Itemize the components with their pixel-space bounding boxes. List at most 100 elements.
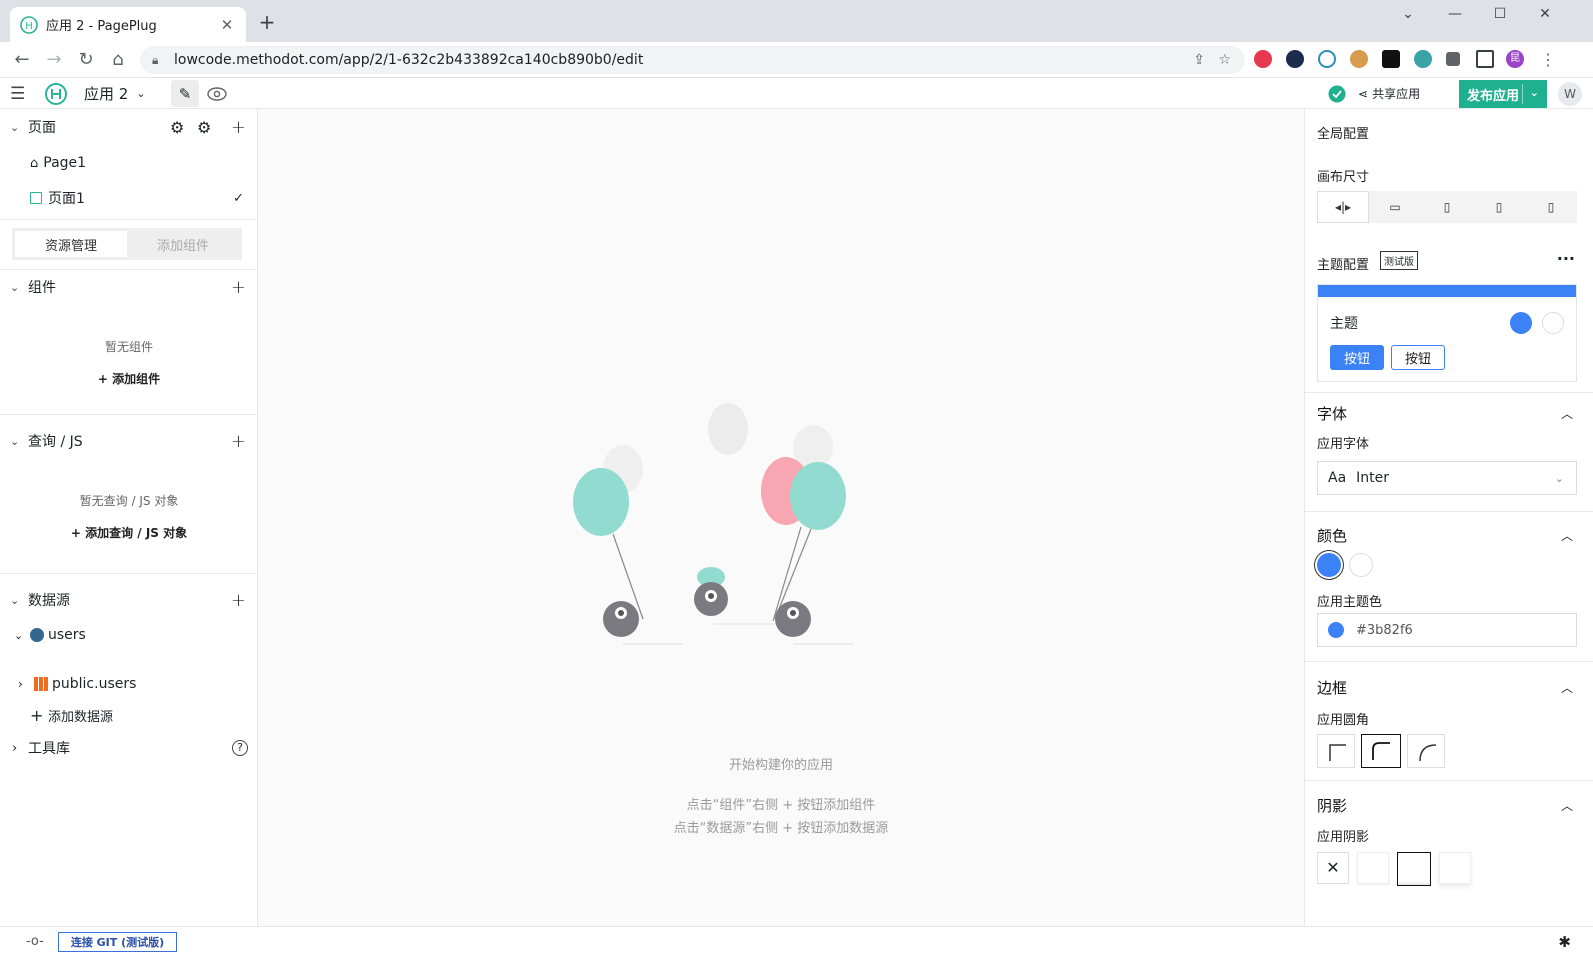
pageplug-logo[interactable] <box>44 78 68 109</box>
hamburger-menu-icon[interactable]: ☰ <box>10 78 25 109</box>
page-item-page1[interactable]: ⌂ Page1 <box>0 145 258 181</box>
chevron-up-icon[interactable]: ︿ <box>1561 679 1573 696</box>
page-settings-gear-icon[interactable]: ⚙ <box>197 118 211 137</box>
side-panel-icon[interactable] <box>1476 50 1494 68</box>
radius-large-option[interactable] <box>1407 734 1445 768</box>
forward-icon[interactable]: → <box>44 50 64 70</box>
close-window-button[interactable]: ✕ <box>1530 6 1560 26</box>
chevron-up-icon[interactable]: ︿ <box>1561 405 1573 422</box>
shadow-large-option[interactable] <box>1439 852 1471 884</box>
minimize-window-button[interactable]: — <box>1440 6 1470 26</box>
browser-menu-icon[interactable]: ⋮ <box>1540 50 1556 69</box>
library-section-header[interactable]: › 工具库 ? <box>0 730 258 766</box>
shadow-medium-option[interactable] <box>1397 852 1431 886</box>
maximize-window-button[interactable]: ☐ <box>1485 6 1515 26</box>
chevron-right-icon: › <box>18 677 23 691</box>
chevron-up-icon[interactable]: ︿ <box>1561 797 1573 814</box>
chevron-right-icon: › <box>12 740 18 756</box>
debugger-bug-icon[interactable]: ✱ <box>1558 933 1571 951</box>
add-component-link[interactable]: + 添加组件 <box>0 370 258 387</box>
user-avatar[interactable]: W <box>1558 82 1582 106</box>
components-title: 组件 <box>28 280 56 296</box>
desktop-icon[interactable]: ▭ <box>1369 191 1421 223</box>
page-item-page-1[interactable]: 页面1 ✓ <box>0 180 258 216</box>
pages-section-header[interactable]: ⌄ 页面 ⚙ ⚙ + <box>0 109 258 145</box>
font-select[interactable]: Aa Inter ⌄ <box>1317 461 1577 495</box>
components-section-header[interactable]: ⌄ 组件 + <box>0 269 258 305</box>
theme-background-swatch <box>1542 312 1564 334</box>
more-options-icon[interactable]: ··· <box>1557 249 1575 268</box>
tab-add-widgets[interactable]: 添加组件 <box>127 231 239 257</box>
help-icon[interactable]: ? <box>232 740 248 756</box>
publish-options-chevron-icon[interactable]: ⌄ <box>1530 86 1539 99</box>
editor-canvas[interactable]: 开始构建你的应用 点击“组件”右侧 + 按钮添加组件 点击“数据源”右侧 + 按… <box>258 109 1304 926</box>
datasource-item-users[interactable]: ⌄ users <box>0 617 258 653</box>
divider <box>0 573 258 574</box>
puzzle-icon[interactable] <box>1446 52 1460 66</box>
lock-icon: 🔒︎ <box>152 52 159 67</box>
add-datasource-icon[interactable]: + <box>231 590 246 611</box>
background-color-swatch[interactable] <box>1349 553 1373 577</box>
tab-search-icon[interactable]: ⌄ <box>1393 6 1423 26</box>
app-name-dropdown[interactable]: 应用 2 ⌄ <box>84 78 146 109</box>
reload-icon[interactable]: ↻ <box>76 50 96 70</box>
radius-none-option[interactable] <box>1317 734 1355 768</box>
chevron-down-icon: ⌄ <box>136 87 146 100</box>
share-icon: ⋖ <box>1358 86 1369 101</box>
sidebar-extension-icon[interactable] <box>1382 50 1400 68</box>
refresh-r-icon[interactable] <box>1318 50 1336 68</box>
tab-explorer[interactable]: 资源管理 <box>15 231 127 257</box>
address-bar[interactable]: 🔒︎ lowcode.methodot.com/app/2/1-632c2b43… <box>140 46 1245 74</box>
mobile-icon[interactable]: ▯ <box>1525 191 1577 223</box>
color-dot-icon <box>1328 622 1344 638</box>
divider <box>1305 661 1593 662</box>
primary-color-input[interactable]: #3b82f6 <box>1317 613 1577 647</box>
empty-state-balloons-illustration <box>573 403 853 645</box>
add-query-link[interactable]: + 添加查询 / JS 对象 <box>0 524 258 541</box>
tablet-landscape-icon[interactable]: ▯ <box>1421 191 1473 223</box>
back-icon[interactable]: ← <box>12 50 32 70</box>
share-app-button[interactable]: ⋖ 共享应用 <box>1358 78 1420 109</box>
edit-mode-button[interactable]: ✎ <box>171 80 199 107</box>
chevron-down-icon: ⌄ <box>10 434 20 448</box>
settings-gear-icon[interactable]: ⚙ <box>170 118 184 137</box>
close-tab-icon[interactable]: ✕ <box>218 16 236 34</box>
fluid-width-icon[interactable]: ◂|▸ <box>1317 191 1369 223</box>
queries-section-header[interactable]: ⌄ 查询 / JS + <box>0 423 258 459</box>
radius-medium-option[interactable] <box>1361 734 1401 768</box>
add-page-icon[interactable]: + <box>231 117 246 138</box>
bird-icon[interactable] <box>1414 50 1432 68</box>
datasource-name: users <box>48 627 86 643</box>
home-icon[interactable]: ⌂ <box>108 50 128 70</box>
new-tab-button[interactable]: + <box>256 11 278 33</box>
global-config-title: 全局配置 <box>1317 127 1370 142</box>
cookie-icon[interactable] <box>1350 50 1368 68</box>
page-icon <box>30 192 42 204</box>
check-shield-icon[interactable] <box>1286 50 1304 68</box>
divider <box>0 414 258 415</box>
add-component-icon[interactable]: + <box>231 277 246 298</box>
preview-mode-button[interactable] <box>206 78 228 109</box>
library-title: 工具库 <box>28 741 70 757</box>
check-icon: ✓ <box>233 190 244 206</box>
primary-color-swatch[interactable] <box>1317 553 1341 577</box>
ticktick-icon[interactable] <box>1254 50 1272 68</box>
bookmark-star-icon[interactable]: ☆ <box>1218 52 1231 68</box>
beta-badge: 测试版 <box>1380 251 1418 270</box>
theme-secondary-button-preview: 按钮 <box>1391 345 1445 370</box>
add-datasource-link[interactable]: + 添加数据源 <box>0 697 258 733</box>
button-separator <box>1522 84 1523 104</box>
connect-git-button[interactable]: 连接 GIT (测试版) <box>58 932 177 952</box>
chevron-up-icon[interactable]: ︿ <box>1561 527 1573 544</box>
share-page-icon[interactable]: ⇪ <box>1193 52 1205 68</box>
browser-tab[interactable]: H 应用 2 - PagePlug ✕ <box>10 7 246 42</box>
shadow-small-option[interactable] <box>1357 852 1389 884</box>
publish-app-button[interactable]: 发布应用 ⌄ <box>1459 80 1547 108</box>
shadow-none-option[interactable]: ✕ <box>1317 852 1349 884</box>
profile-avatar[interactable]: 昆 <box>1506 50 1524 68</box>
theme-card[interactable]: 主题 按钮 按钮 <box>1317 284 1577 382</box>
add-query-icon[interactable]: + <box>231 431 246 452</box>
datasources-section-header[interactable]: ⌄ 数据源 + <box>0 582 258 618</box>
tablet-icon[interactable]: ▯ <box>1473 191 1525 223</box>
share-app-label: 共享应用 <box>1372 87 1421 101</box>
